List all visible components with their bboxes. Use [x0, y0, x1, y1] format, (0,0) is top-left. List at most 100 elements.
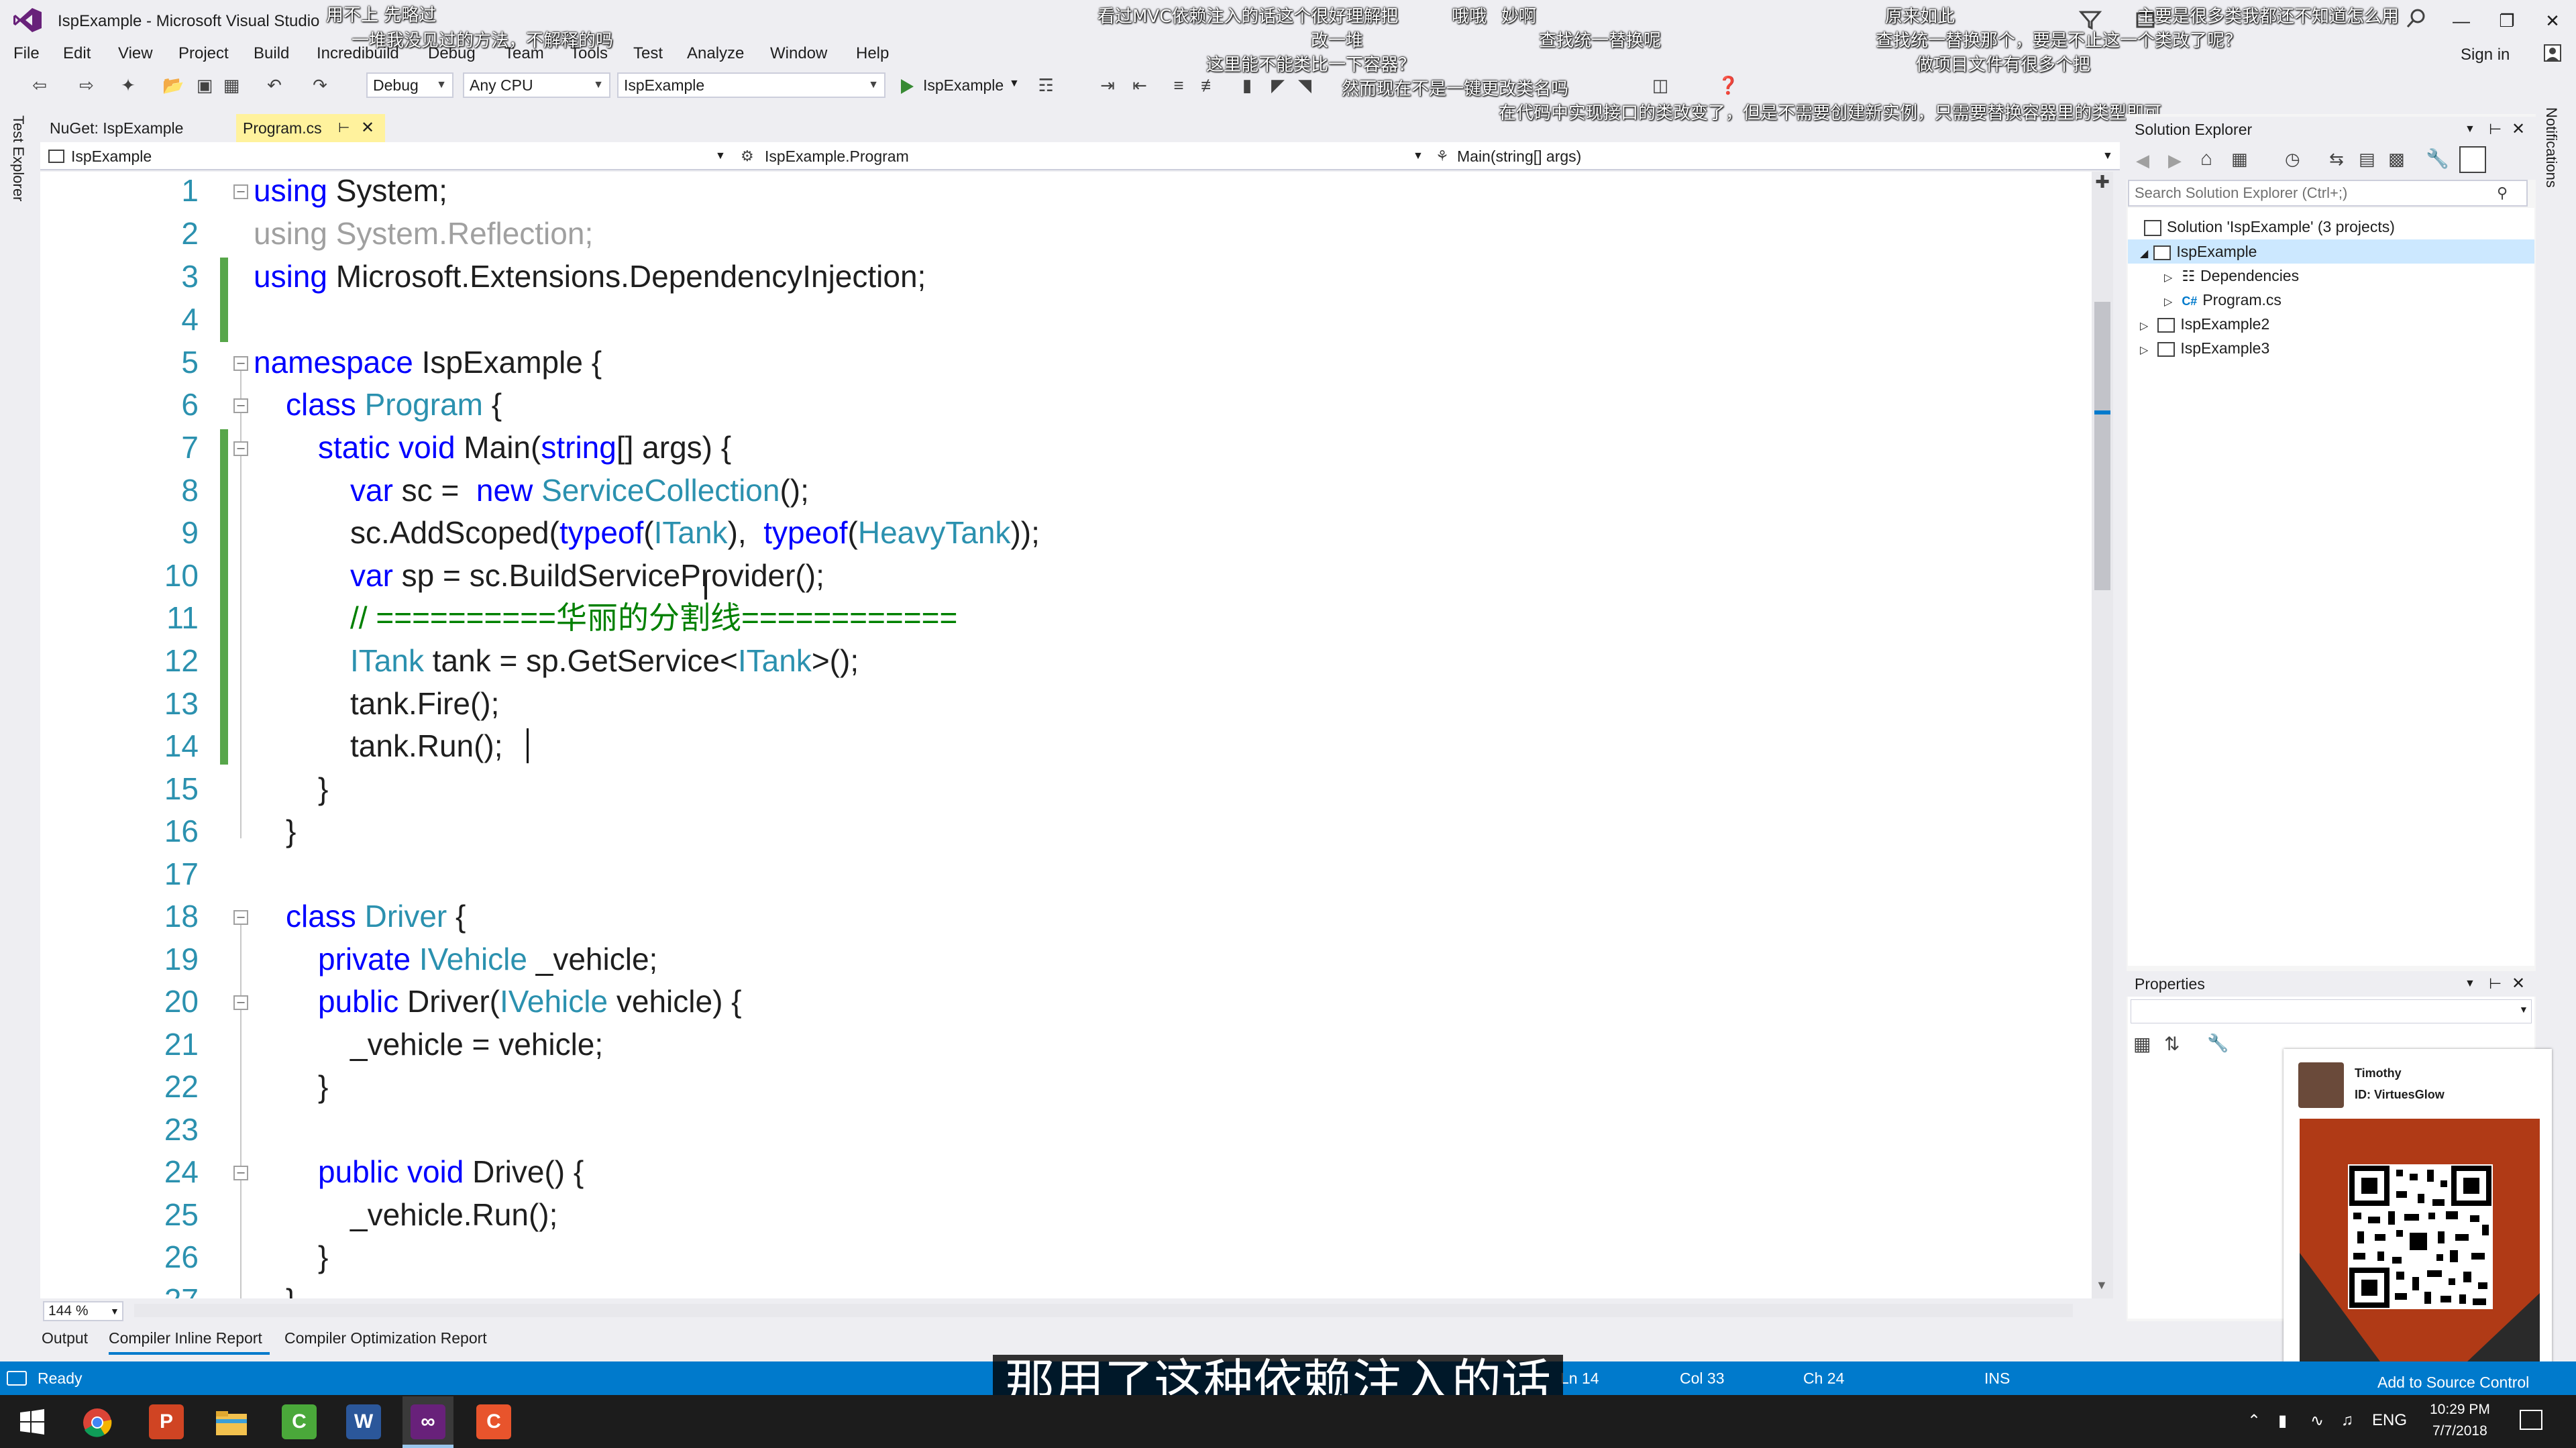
layout-icon[interactable]: ◫	[1650, 75, 1670, 95]
code-line[interactable]: }	[286, 810, 296, 852]
pin-icon[interactable]: ⊢	[338, 114, 350, 142]
start-icon[interactable]	[19, 1408, 46, 1435]
code-line[interactable]: _vehicle = vehicle;	[350, 1023, 603, 1066]
scroll-down-icon[interactable]: ▼	[2096, 1278, 2108, 1292]
battery-icon[interactable]: ▮	[2278, 1411, 2287, 1431]
menu-test[interactable]: Test	[633, 44, 663, 63]
collapse-toggle-icon[interactable]: –	[233, 1166, 248, 1180]
forward-icon[interactable]: ▶	[2168, 150, 2182, 171]
member-dropdown[interactable]: ⚘ Main(string[] args) ▼	[1433, 144, 2117, 169]
preview-selected-icon[interactable]	[2459, 146, 2486, 173]
tab-nuget[interactable]: NuGet: IspExample	[40, 114, 193, 142]
test-explorer-tab[interactable]: Test Explorer	[9, 115, 27, 201]
volume-icon[interactable]: ♫	[2341, 1411, 2353, 1430]
properties-object-select[interactable]: ▼	[2131, 999, 2532, 1023]
sign-in-link[interactable]: Sign in	[2461, 46, 2510, 64]
forward-icon[interactable]: ⇨	[76, 75, 97, 95]
start-debugging-button[interactable]: IspExample ▼	[896, 74, 1044, 98]
file-explorer-icon[interactable]	[215, 1408, 248, 1437]
close-icon[interactable]: ✕	[2512, 971, 2525, 997]
collapse-toggle-icon[interactable]: –	[233, 441, 248, 456]
code-line[interactable]: tank.Fire();	[350, 682, 499, 725]
outdent-icon[interactable]: ≢	[1199, 75, 1220, 95]
code-line[interactable]: tank.Run();	[350, 724, 503, 767]
code-line[interactable]: using System;	[254, 169, 447, 212]
tab-compiler-optimization-report[interactable]: Compiler Optimization Report	[284, 1329, 487, 1347]
account-icon[interactable]	[2542, 43, 2563, 63]
next-bookmark-icon[interactable]: ◥	[1295, 75, 1315, 95]
search-icon[interactable]	[2404, 5, 2428, 32]
pin-icon[interactable]: ⊢	[2489, 971, 2502, 997]
code-line[interactable]: }	[318, 767, 328, 810]
collapse-toggle-icon[interactable]: –	[233, 995, 248, 1010]
show-all-files-icon[interactable]: ▩	[2388, 149, 2405, 170]
tree-node-dependencies[interactable]: ▷ ☷ Dependencies	[2164, 264, 2299, 288]
code-line[interactable]: public void Drive() {	[318, 1150, 584, 1193]
tree-node-solution[interactable]: Solution 'IspExample' (3 projects)	[2144, 215, 2395, 239]
clock-date[interactable]: 7/7/2018	[2432, 1423, 2487, 1439]
redo-icon[interactable]: ↷	[310, 75, 330, 95]
alphabetical-icon[interactable]: ⇅	[2164, 1033, 2180, 1055]
collapse-toggle-icon[interactable]: –	[233, 910, 248, 925]
code-line[interactable]: public Driver(IVehicle vehicle) {	[318, 980, 742, 1023]
type-dropdown[interactable]: ⚙ IspExample.Program ▼	[738, 144, 1429, 169]
save-icon[interactable]: ▣	[195, 75, 215, 95]
step-into-icon[interactable]: ⇤	[1130, 75, 1150, 95]
code-line[interactable]: class Program {	[286, 383, 502, 426]
code-line[interactable]: var sc = new ServiceCollection();	[350, 469, 809, 512]
home-icon[interactable]: ⌂	[2200, 148, 2212, 170]
chevron-down-icon[interactable]: ▼	[2465, 117, 2475, 142]
menu-view[interactable]: View	[118, 44, 153, 63]
word-icon[interactable]: W	[346, 1404, 381, 1439]
indent-icon[interactable]: ≡	[1169, 75, 1189, 95]
code-line[interactable]: namespace IspExample {	[254, 341, 602, 384]
collapse-all-icon[interactable]: ▤	[2359, 149, 2375, 170]
collapse-toggle-icon[interactable]: –	[233, 356, 248, 371]
properties-icon[interactable]: 🔧	[2426, 148, 2449, 170]
restore-button[interactable]: ❐	[2490, 5, 2524, 36]
sync-icon[interactable]: ⇆	[2329, 149, 2344, 170]
wifi-icon[interactable]: ∿	[2310, 1411, 2324, 1431]
undo-icon[interactable]: ↶	[264, 75, 284, 95]
code-line[interactable]: static void Main(string[] args) {	[318, 426, 731, 469]
new-project-icon[interactable]: ✦	[118, 75, 138, 95]
scrollbar-thumb[interactable]	[2094, 302, 2110, 590]
code-line[interactable]: var sp = sc.BuildServiceProvider();	[350, 554, 824, 597]
menu-analyze[interactable]: Analyze	[687, 44, 744, 63]
close-icon[interactable]: ✕	[2512, 117, 2525, 142]
code-line[interactable]: private IVehicle _vehicle;	[318, 938, 657, 981]
collapse-toggle-icon[interactable]: –	[233, 184, 248, 199]
horizontal-scrollbar[interactable]	[134, 1304, 2073, 1317]
menu-file[interactable]: File	[13, 44, 40, 63]
save-all-icon[interactable]: ▦	[221, 75, 241, 95]
back-icon[interactable]: ◀	[2136, 150, 2149, 171]
input-language[interactable]: ENG	[2372, 1411, 2407, 1430]
menu-edit[interactable]: Edit	[63, 44, 91, 63]
tab-program-cs[interactable]: Program.cs ⊢ ✕	[236, 114, 385, 142]
code-line[interactable]: }	[318, 1235, 328, 1278]
step-over-icon[interactable]: ⇥	[1097, 75, 1118, 95]
startup-project-select[interactable]: IspExample ▼	[617, 72, 885, 98]
code-line[interactable]: _vehicle.Run();	[350, 1193, 557, 1236]
split-window-icon[interactable]: ✚	[2092, 172, 2113, 197]
minimize-button[interactable]: —	[2445, 5, 2478, 36]
menu-build[interactable]: Build	[254, 44, 289, 63]
close-button[interactable]: ✕	[2536, 5, 2569, 36]
code-line[interactable]: // ==========华丽的分割线============	[350, 596, 957, 639]
categorized-icon[interactable]: ▦	[2133, 1033, 2151, 1055]
action-center-icon[interactable]	[2520, 1410, 2542, 1430]
powerpoint-icon[interactable]: P	[149, 1404, 184, 1439]
open-file-icon[interactable]: 📂	[162, 75, 184, 95]
chevron-down-icon[interactable]: ▼	[2465, 971, 2475, 997]
previous-bookmark-icon[interactable]: ◤	[1268, 75, 1288, 95]
bookmark-icon[interactable]: ▮	[1237, 75, 1257, 95]
code-line[interactable]: using System.Reflection;	[254, 212, 593, 255]
tree-node-ispexample[interactable]: ◢ IspExample	[2140, 239, 2257, 264]
solution-platform-select[interactable]: Any CPU ▼	[463, 72, 610, 98]
tab-compiler-inline-report[interactable]: Compiler Inline Report	[109, 1329, 262, 1347]
tree-node-program-cs[interactable]: ▷ C# Program.cs	[2164, 288, 2282, 312]
pin-icon[interactable]: ⊢	[2489, 117, 2502, 142]
solution-configuration-select[interactable]: Debug ▼	[366, 72, 453, 98]
code-line[interactable]: class Driver {	[286, 895, 466, 938]
menu-project[interactable]: Project	[178, 44, 229, 63]
